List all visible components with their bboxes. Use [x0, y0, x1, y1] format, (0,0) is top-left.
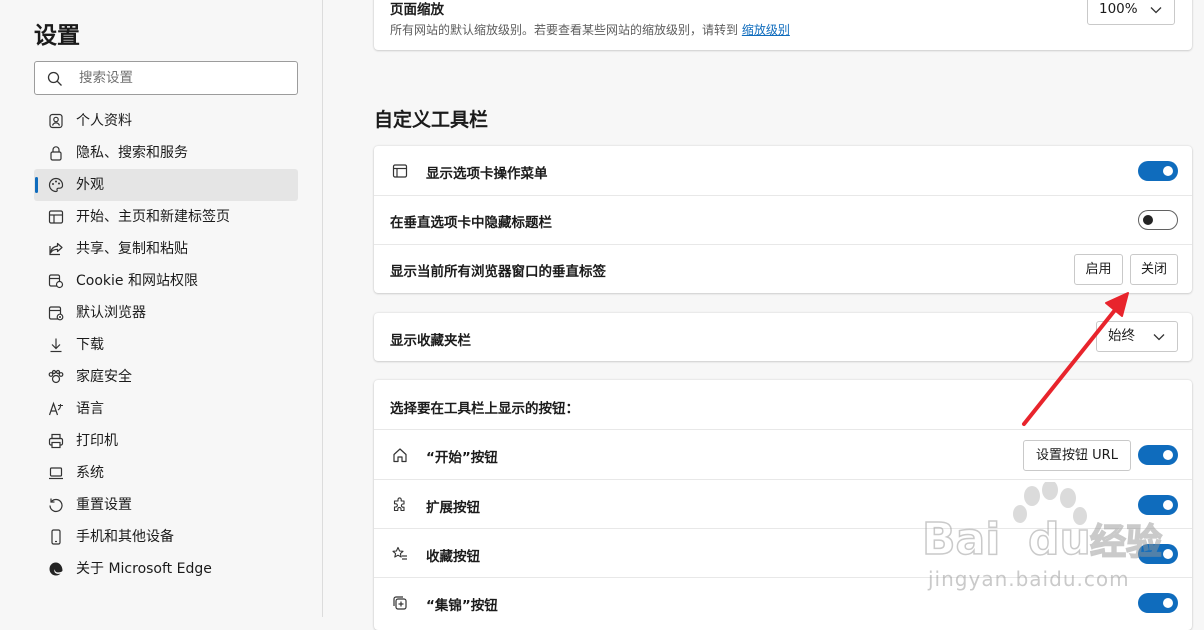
page-zoom-value: 100% [1099, 1, 1138, 17]
collections-icon [393, 596, 407, 610]
vertical-tabs-row: 显示当前所有浏览器窗口的垂直标签 启用 关闭 [374, 244, 1192, 293]
favorites-button-label: 收藏按钮 [426, 549, 480, 565]
home-button-label: “开始”按钮 [426, 450, 498, 466]
set-button-url-button[interactable]: 设置按钮 URL [1023, 440, 1131, 471]
profile-icon [49, 113, 63, 129]
tab-actions-menu-label: 显示选项卡操作菜单 [426, 166, 548, 182]
sidebar-item-privacy[interactable]: 隐私、搜索和服务 [34, 137, 298, 169]
vertical-tabs-on-button[interactable]: 启用 [1074, 254, 1123, 285]
favorites-bar-label: 显示收藏夹栏 [390, 333, 471, 349]
settings-main: 页面缩放 所有网站的默认缩放级别。若要查看某些网站的缩放级别，请转到 缩放级别 … [324, 0, 1204, 630]
zoom-levels-link[interactable]: 缩放级别 [742, 23, 790, 37]
sidebar-item-label: 语言 [76, 401, 104, 417]
cookie-icon [48, 274, 64, 289]
lock-icon [50, 146, 62, 161]
extensions-button-row: 扩展按钮 [374, 479, 1192, 528]
home-icon [393, 448, 407, 463]
language-icon [48, 401, 63, 416]
hide-title-bar-toggle[interactable] [1138, 210, 1178, 230]
sidebar-item-label: 系统 [76, 465, 104, 481]
vertical-tabs-label: 显示当前所有浏览器窗口的垂直标签 [390, 264, 606, 280]
toolbar-tabs-card: 显示选项卡操作菜单 在垂直选项卡中隐藏标题栏 显示当前所有浏览器窗口的垂直标签 … [374, 146, 1192, 293]
download-icon [50, 338, 62, 353]
puzzle-icon [393, 497, 405, 512]
settings-nav: 个人资料 隐私、搜索和服务 外观 开始、主页和新建标签页 共享、复制和粘贴 Co… [34, 105, 298, 585]
collections-button-row: “集锦”按钮 [374, 577, 1192, 630]
sidebar-item-label: 打印机 [76, 433, 118, 449]
favorites-star-icon [392, 546, 407, 560]
collections-button-label: “集锦”按钮 [426, 598, 498, 614]
sidebar-item-label: 家庭安全 [76, 369, 132, 385]
sidebar-item-label: 关于 Microsoft Edge [76, 561, 212, 577]
sidebar-item-languages[interactable]: 语言 [34, 393, 298, 425]
sidebar-item-label: 隐私、搜索和服务 [76, 145, 188, 161]
favorites-bar-select[interactable]: 始终 [1096, 321, 1178, 352]
printer-icon [48, 433, 64, 449]
sidebar-item-label: 外观 [76, 177, 104, 193]
chevron-down-icon [1153, 334, 1165, 341]
sidebar-item-share[interactable]: 共享、复制和粘贴 [34, 233, 298, 265]
sidebar-item-label: 默认浏览器 [76, 305, 146, 321]
page-zoom-label: 页面缩放 [390, 2, 444, 18]
sidebar-item-label: Cookie 和网站权限 [76, 273, 198, 289]
page-zoom-description: 所有网站的默认缩放级别。若要查看某些网站的缩放级别，请转到 缩放级别 [390, 21, 790, 38]
tab-actions-menu-row: 显示选项卡操作菜单 [374, 146, 1192, 195]
toolbar-buttons-header-row: 选择要在工具栏上显示的按钮： [374, 380, 1192, 429]
favorites-bar-value: 始终 [1108, 328, 1135, 344]
extensions-button-toggle[interactable] [1138, 495, 1178, 515]
sidebar-item-start-home[interactable]: 开始、主页和新建标签页 [34, 201, 298, 233]
search-box[interactable] [34, 61, 298, 95]
favorites-button-toggle[interactable] [1138, 544, 1178, 564]
sidebar-item-cookies[interactable]: Cookie 和网站权限 [34, 265, 298, 297]
sidebar-item-downloads[interactable]: 下载 [34, 329, 298, 361]
sidebar-item-profile[interactable]: 个人资料 [34, 105, 298, 137]
toolbar-buttons-header: 选择要在工具栏上显示的按钮： [390, 401, 579, 417]
sidebar-item-label: 个人资料 [76, 113, 132, 129]
sidebar-item-label: 重置设置 [76, 497, 132, 513]
favorites-button-row: 收藏按钮 [374, 528, 1192, 577]
toolbar-buttons-card: 选择要在工具栏上显示的按钮： “开始”按钮 设置按钮 URL 扩展按钮 收藏按钮… [374, 380, 1192, 630]
sidebar-item-label: 共享、复制和粘贴 [76, 241, 188, 257]
edge-logo-icon [49, 562, 63, 576]
page-zoom-description-text: 所有网站的默认缩放级别。若要查看某些网站的缩放级别，请转到 [390, 23, 739, 37]
sidebar-item-system[interactable]: 系统 [34, 457, 298, 489]
customize-toolbar-title: 自定义工具栏 [374, 109, 489, 131]
settings-sidebar: 设置 个人资料 隐私、搜索和服务 外观 开始、主页和新建标签页 共享、复制和粘贴 [0, 0, 323, 617]
collections-button-toggle[interactable] [1138, 593, 1178, 613]
default-browser-icon [48, 306, 64, 321]
phone-icon [51, 529, 61, 545]
favorites-bar-card: 显示收藏夹栏 始终 [374, 313, 1192, 361]
laptop-icon [49, 467, 63, 480]
sidebar-item-label: 下载 [76, 337, 104, 353]
settings-title: 设置 [34, 23, 80, 49]
sidebar-item-label: 开始、主页和新建标签页 [76, 209, 230, 225]
sidebar-item-printers[interactable]: 打印机 [34, 425, 298, 457]
palette-icon [48, 177, 64, 193]
vertical-tabs-off-button[interactable]: 关闭 [1130, 254, 1178, 285]
sidebar-item-label: 手机和其他设备 [76, 529, 174, 545]
search-icon [47, 71, 62, 86]
reset-icon [49, 498, 63, 513]
chevron-down-icon [1150, 7, 1162, 14]
sidebar-item-appearance[interactable]: 外观 [34, 169, 298, 201]
page-zoom-select[interactable]: 100% [1087, 0, 1175, 25]
hide-title-bar-label: 在垂直选项卡中隐藏标题栏 [390, 215, 552, 231]
family-icon [48, 369, 64, 384]
page-zoom-card: 页面缩放 所有网站的默认缩放级别。若要查看某些网站的缩放级别，请转到 缩放级别 … [374, 0, 1192, 50]
tab-window-icon [392, 164, 408, 178]
sidebar-item-family[interactable]: 家庭安全 [34, 361, 298, 393]
sidebar-item-phone[interactable]: 手机和其他设备 [34, 521, 298, 553]
home-grid-icon [48, 210, 64, 224]
share-icon [49, 242, 63, 256]
home-button-toggle[interactable] [1138, 445, 1178, 465]
tab-actions-menu-toggle[interactable] [1138, 161, 1178, 181]
hide-title-bar-row: 在垂直选项卡中隐藏标题栏 [374, 195, 1192, 244]
sidebar-item-reset[interactable]: 重置设置 [34, 489, 298, 521]
extensions-button-label: 扩展按钮 [426, 500, 480, 516]
sidebar-item-default-browser[interactable]: 默认浏览器 [34, 297, 298, 329]
sidebar-item-about[interactable]: 关于 Microsoft Edge [34, 553, 298, 585]
home-button-row: “开始”按钮 设置按钮 URL [374, 429, 1192, 479]
search-input[interactable] [79, 67, 284, 89]
